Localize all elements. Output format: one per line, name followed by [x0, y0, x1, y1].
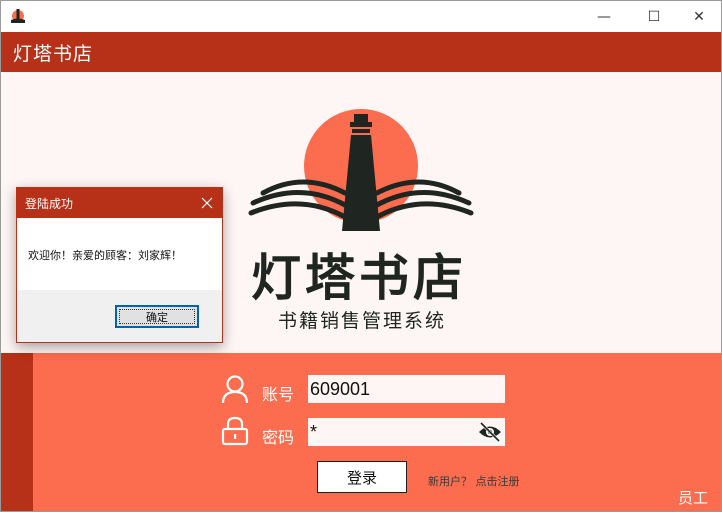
- maximize-button[interactable]: ☐: [631, 1, 677, 32]
- account-input[interactable]: 609001: [308, 375, 505, 403]
- window-titlebar[interactable]: — ☐ ✕: [1, 1, 721, 32]
- logo-subtitle: 书籍销售管理系统: [278, 310, 447, 332]
- password-label: 密码: [262, 428, 295, 447]
- password-input[interactable]: *: [308, 418, 505, 446]
- app-icon: [11, 9, 25, 23]
- login-button[interactable]: 登录: [317, 461, 407, 493]
- login-panel: 账号 609001 密码 * 登录 新用户？ 点击注册 员工: [1, 353, 721, 511]
- user-icon: [221, 375, 249, 404]
- dialog-title: 登陆成功: [25, 197, 74, 211]
- register-link[interactable]: 新用户？ 点击注册: [428, 473, 520, 489]
- role-label: 员工: [678, 489, 709, 507]
- close-icon: [201, 197, 213, 209]
- logo-title: 灯塔书店: [251, 249, 467, 307]
- account-label: 账号: [262, 385, 295, 404]
- app-title: 灯塔书店: [13, 43, 94, 65]
- dialog-titlebar[interactable]: 登陆成功: [17, 188, 222, 218]
- dialog-message: 欢迎你！亲爱的顾客：刘家辉！: [28, 249, 182, 262]
- close-button[interactable]: ✕: [676, 1, 721, 32]
- lock-icon: [221, 416, 249, 446]
- dialog-close-button[interactable]: [195, 191, 219, 215]
- eye-off-icon[interactable]: [478, 421, 502, 443]
- dialog-body: 欢迎你！亲爱的顾客：刘家辉！: [17, 218, 222, 290]
- app-header: 灯塔书店: [1, 32, 721, 72]
- left-accent-strip: [1, 353, 33, 511]
- lighthouse-logo-icon: [248, 109, 474, 231]
- app-window: — ☐ ✕ 灯塔书店 灯塔书店 书籍销售管理系统 账号 609001 密码 * …: [0, 0, 722, 512]
- dialog-ok-button[interactable]: 确定: [115, 305, 199, 328]
- login-success-dialog: 登陆成功 欢迎你！亲爱的顾客：刘家辉！ 确定: [16, 187, 223, 343]
- minimize-button[interactable]: —: [581, 1, 627, 32]
